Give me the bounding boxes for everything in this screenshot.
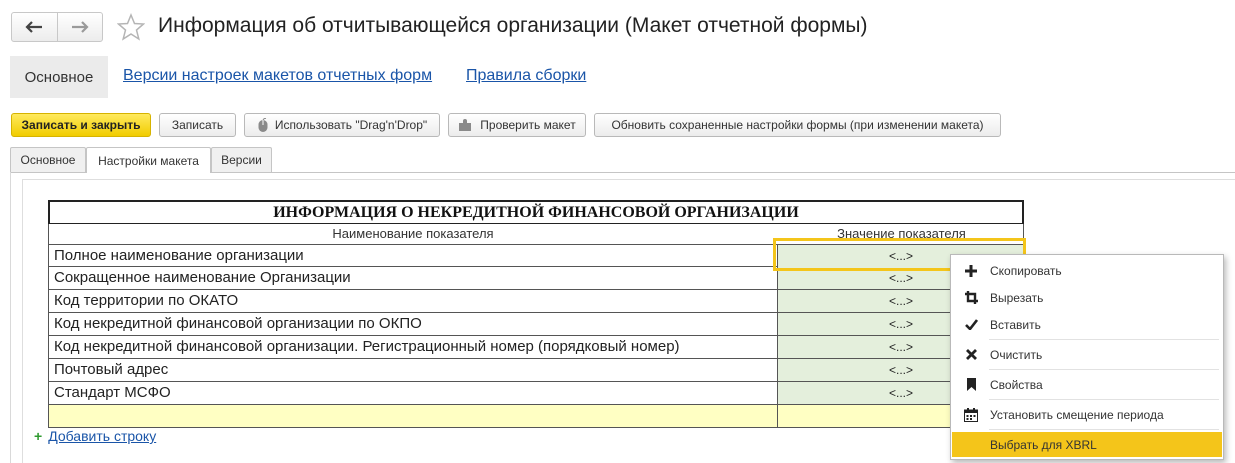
arrow-left-icon — [25, 21, 43, 33]
table-row: Код некредитной финансовой организации п… — [48, 313, 1024, 336]
favorite-star-button[interactable] — [116, 13, 146, 41]
row-name[interactable]: Код территории по ОКАТО — [49, 290, 778, 312]
navigation-buttons — [11, 12, 103, 42]
arrow-right-icon — [71, 21, 89, 33]
star-icon — [116, 13, 146, 41]
menu-item-label: Установить смещение периода — [990, 407, 1164, 422]
menu-item-cut[interactable]: Вырезать — [952, 285, 1222, 310]
menu-separator — [989, 429, 1219, 430]
save-label: Записать — [171, 118, 224, 132]
add-row-link[interactable]: + Добавить строку — [34, 428, 156, 444]
sheet-title: ИНФОРМАЦИЯ О НЕКРЕДИТНОЙ ФИНАНСОВОЙ ОРГА… — [48, 200, 1024, 224]
forward-button[interactable] — [56, 13, 103, 41]
menu-item-label: Очистить — [990, 347, 1043, 362]
context-menu: Скопировать Вырезать Вставить Очистить С… — [950, 254, 1224, 460]
calendar-icon — [964, 407, 978, 422]
menu-item-properties[interactable]: Свойства — [952, 372, 1222, 397]
plus-icon: + — [34, 428, 43, 444]
panel-tab-main[interactable]: Основное — [10, 56, 108, 98]
dragdrop-button[interactable]: Использовать "Drag'n'Drop" — [244, 113, 440, 137]
row-name[interactable]: Полное наименование организации — [49, 245, 778, 267]
menu-item-label: Вырезать — [990, 290, 1044, 305]
save-button[interactable]: Записать — [159, 113, 236, 137]
row-name[interactable]: Код некредитной финансовой организации п… — [49, 313, 778, 335]
check-layout-label: Проверить макет — [480, 118, 576, 132]
page-border — [10, 172, 11, 463]
menu-item-select-xbrl[interactable]: Выбрать для XBRL — [952, 432, 1222, 457]
table-row: Код территории по ОКАТО <...> — [48, 290, 1024, 313]
table-row-empty — [48, 405, 1024, 428]
puzzle-icon — [459, 119, 472, 131]
row-name[interactable]: Сокращенное наименование Организации — [49, 267, 778, 289]
refresh-settings-label: Обновить сохраненные настройки формы (пр… — [611, 118, 984, 132]
menu-item-label: Скопировать — [990, 263, 1062, 278]
menu-separator — [989, 339, 1219, 340]
save-and-close-button[interactable]: Записать и закрыть — [11, 113, 151, 137]
table-row: Код некредитной финансовой организации. … — [48, 336, 1024, 359]
menu-separator — [989, 399, 1219, 400]
table-row: Почтовый адрес <...> — [48, 359, 1024, 382]
save-and-close-label: Записать и закрыть — [21, 118, 141, 132]
tab-main[interactable]: Основное — [10, 147, 86, 172]
menu-item-label: Вставить — [990, 317, 1041, 332]
mouse-icon — [258, 117, 268, 132]
menu-item-clear[interactable]: Очистить — [952, 342, 1222, 367]
table-row: Стандарт МСФО <...> — [48, 382, 1024, 405]
checkmark-icon — [964, 319, 978, 330]
panel-tab-rules-link[interactable]: Правила сборки — [466, 67, 586, 85]
close-x-icon — [965, 349, 977, 360]
tab-versions[interactable]: Версии — [211, 147, 272, 172]
menu-item-period-offset[interactable]: Установить смещение периода — [952, 402, 1222, 427]
check-layout-button[interactable]: Проверить макет — [448, 113, 586, 137]
row-name[interactable] — [49, 405, 778, 427]
menu-item-paste[interactable]: Вставить — [952, 312, 1222, 337]
panel-tab-versions-link[interactable]: Версии настроек макетов отчетных форм — [123, 67, 432, 85]
row-name[interactable]: Стандарт МСФО — [49, 382, 778, 404]
row-name[interactable]: Код некредитной финансовой организации. … — [49, 336, 778, 358]
menu-item-copy[interactable]: Скопировать — [952, 258, 1222, 283]
bookmark-icon — [966, 378, 976, 391]
menu-item-label: Выбрать для XBRL — [990, 437, 1097, 452]
tab-layout-settings[interactable]: Настройки макета — [86, 147, 211, 173]
table-row: Сокращенное наименование Организации <..… — [48, 267, 1024, 290]
back-button[interactable] — [12, 13, 57, 41]
column-header-value: Значение показателя — [837, 226, 966, 241]
page-title: Информация об отчитывающейся организации… — [158, 14, 868, 37]
menu-item-label: Свойства — [990, 377, 1043, 392]
column-header-name: Наименование показателя — [332, 226, 494, 241]
row-name[interactable]: Почтовый адрес — [49, 359, 778, 381]
table-row: Полное наименование организации <...> — [48, 244, 1024, 267]
add-row-label: Добавить строку — [48, 428, 157, 444]
menu-separator — [989, 369, 1219, 370]
crop-icon — [964, 291, 978, 304]
refresh-settings-button[interactable]: Обновить сохраненные настройки формы (пр… — [594, 113, 1001, 137]
sheet-header: Наименование показателя Значение показат… — [48, 224, 1024, 244]
dragdrop-label: Использовать "Drag'n'Drop" — [274, 118, 428, 132]
plus-icon — [965, 264, 977, 277]
